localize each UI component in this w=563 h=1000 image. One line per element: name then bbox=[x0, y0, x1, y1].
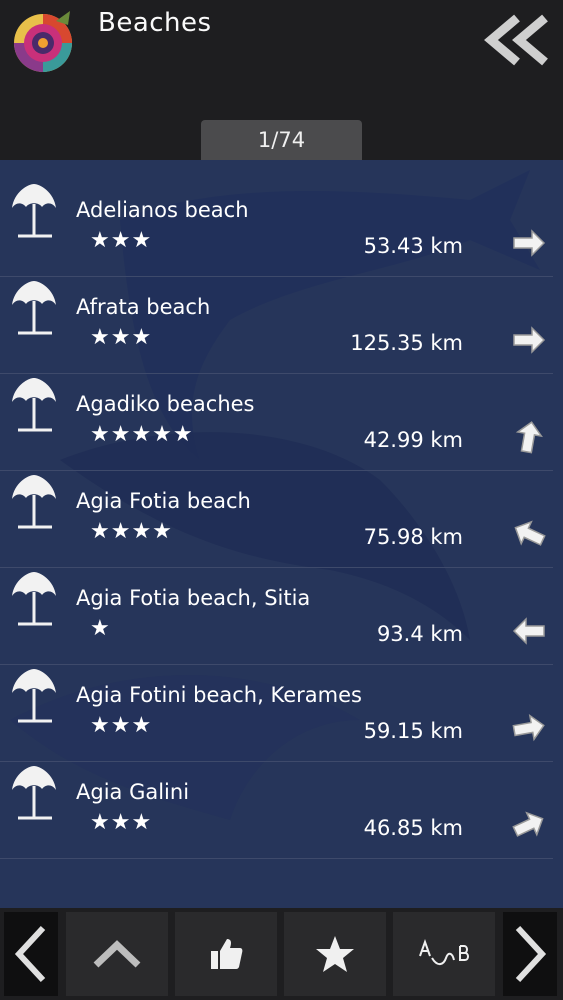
beach-name: Agia Galini bbox=[76, 780, 190, 804]
beach-umbrella-icon bbox=[12, 766, 56, 820]
beach-umbrella-icon bbox=[12, 669, 56, 723]
beach-list-panel: Adelianos beach ★★★ 53.43 km Afrata beach ★★… bbox=[0, 160, 563, 908]
star-rating: ★★★ bbox=[90, 713, 153, 738]
direction-arrow-icon bbox=[512, 617, 545, 645]
beach-distance: 75.98 km bbox=[363, 525, 463, 549]
chevron-up-icon bbox=[93, 940, 141, 968]
list-item[interactable]: Agadiko beaches ★★★★★ 42.99 km bbox=[0, 374, 553, 471]
beach-umbrella-icon bbox=[12, 475, 56, 529]
a-to-b-icon bbox=[419, 939, 469, 965]
list-item[interactable]: Agia Fotia beach, Sitia ★ 93.4 km bbox=[0, 568, 553, 665]
beach-umbrella-icon bbox=[12, 281, 56, 335]
list-item[interactable]: Afrata beach ★★★ 125.35 km bbox=[0, 277, 553, 374]
sort-alphabetical-button[interactable] bbox=[393, 912, 495, 996]
star-rating: ★★★★★ bbox=[90, 422, 194, 447]
direction-arrow-icon bbox=[515, 421, 543, 454]
beach-distance: 59.15 km bbox=[363, 719, 463, 743]
beach-name: Agia Fotini beach, Kerames bbox=[76, 683, 362, 707]
bottom-toolbar bbox=[0, 908, 563, 1000]
star-rating: ★★★ bbox=[90, 810, 153, 835]
beach-name: Adelianos beach bbox=[76, 198, 249, 222]
beach-name: Agia Fotia beach bbox=[76, 489, 251, 513]
beach-distance: 125.35 km bbox=[350, 331, 463, 355]
sort-up-button[interactable] bbox=[66, 912, 168, 996]
beach-distance: 42.99 km bbox=[363, 428, 463, 452]
next-page-button[interactable] bbox=[503, 912, 557, 996]
beach-distance: 93.4 km bbox=[376, 622, 463, 646]
beach-list: Adelianos beach ★★★ 53.43 km Afrata beach ★★… bbox=[0, 180, 563, 859]
thumbs-up-icon bbox=[211, 939, 243, 969]
beach-umbrella-icon bbox=[12, 184, 56, 238]
app-logo-icon bbox=[14, 11, 72, 72]
like-button[interactable] bbox=[175, 912, 277, 996]
beach-distance: 46.85 km bbox=[363, 816, 463, 840]
direction-arrow-icon bbox=[514, 520, 546, 546]
list-item[interactable]: Agia Fotia beach ★★★★ 75.98 km bbox=[0, 471, 553, 568]
direction-arrow-icon bbox=[513, 326, 546, 354]
beach-umbrella-icon bbox=[12, 572, 56, 626]
previous-page-button[interactable] bbox=[4, 912, 58, 996]
star-rating: ★★★ bbox=[90, 228, 153, 253]
star-rating: ★★★ bbox=[90, 325, 153, 350]
star-rating: ★★★★ bbox=[90, 519, 173, 544]
direction-arrow-icon bbox=[513, 229, 546, 257]
list-item[interactable]: Agia Galini ★★★ 46.85 km bbox=[0, 762, 553, 859]
beach-umbrella-icon bbox=[12, 378, 56, 432]
beach-distance: 53.43 km bbox=[363, 234, 463, 258]
star-rating: ★ bbox=[90, 616, 111, 641]
beach-name: Afrata beach bbox=[76, 295, 211, 319]
direction-arrow-icon bbox=[512, 714, 545, 742]
chevron-left-icon bbox=[14, 925, 46, 983]
double-chevron-left-icon[interactable] bbox=[481, 10, 553, 70]
beach-name: Agadiko beaches bbox=[76, 392, 255, 416]
page-counter: 1/74 bbox=[201, 120, 362, 160]
star-icon bbox=[316, 936, 354, 972]
app-header: Beaches 1/74 bbox=[0, 0, 563, 160]
beach-name: Agia Fotia beach, Sitia bbox=[76, 586, 311, 610]
chevron-right-icon bbox=[515, 925, 547, 983]
list-item[interactable]: Adelianos beach ★★★ 53.43 km bbox=[0, 180, 553, 277]
favorites-button[interactable] bbox=[284, 912, 386, 996]
direction-arrow-icon bbox=[512, 811, 544, 837]
list-item[interactable]: Agia Fotini beach, Kerames ★★★ 59.15 km bbox=[0, 665, 553, 762]
page-title: Beaches bbox=[98, 8, 212, 38]
